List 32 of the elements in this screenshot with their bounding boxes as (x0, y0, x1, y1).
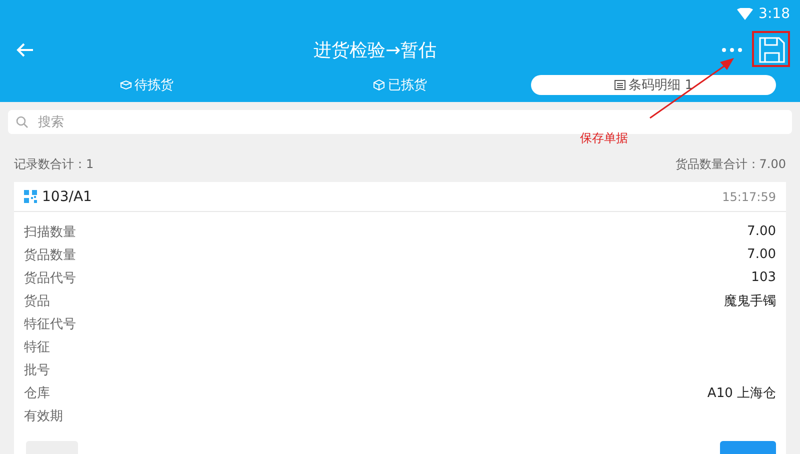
field-label: 货品代号 (24, 270, 76, 286)
field-value: 7.00 (747, 247, 776, 262)
clock-time: 3:18 (758, 6, 790, 22)
list-icon (614, 79, 626, 91)
box-icon (120, 79, 132, 91)
tab[interactable]: 条码明细 1 (530, 75, 776, 95)
field-label: 仓库 (24, 384, 50, 402)
cube-icon (372, 79, 385, 91)
field-label: 货品数量 (24, 246, 76, 264)
barcode-text: 103/A1 (42, 188, 93, 204)
wifi-icon (736, 8, 753, 20)
field-label: 扫描数量 (24, 224, 76, 240)
search-icon (16, 116, 28, 128)
tab[interactable]: 待拣货 (24, 75, 270, 95)
qr-code-icon (24, 190, 37, 203)
quantity-total: 货品数量合计：7.00 (675, 156, 786, 173)
field-value: 103 (751, 270, 776, 285)
page-title: 进货检验→暂估 (312, 39, 438, 62)
back-arrow-icon (16, 42, 34, 58)
field-value: 魔鬼手镯 (724, 292, 776, 310)
more-icon (722, 48, 742, 52)
tab[interactable]: 已拣货 (277, 75, 523, 95)
field-label: 特征 (24, 338, 50, 356)
highlight-frame (752, 31, 790, 67)
field-value: A10 上海仓 (707, 384, 776, 402)
field-value: 7.00 (747, 224, 776, 239)
scan-time: 15:17:59 (722, 190, 776, 204)
field-label: 有效期 (24, 408, 63, 424)
record-count: 记录数合计：1 (14, 156, 94, 173)
field-label: 特征代号 (24, 316, 76, 332)
field-label: 批号 (24, 362, 50, 378)
field-label: 货品 (24, 292, 50, 310)
